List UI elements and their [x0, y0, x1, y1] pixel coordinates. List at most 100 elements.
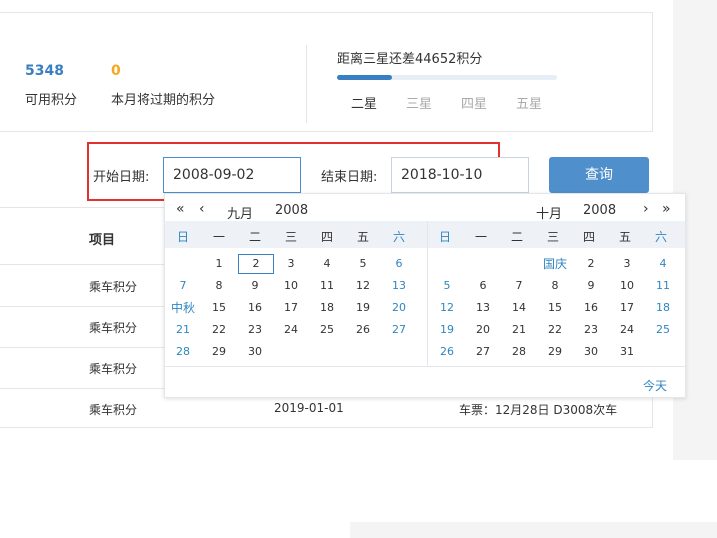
left-year-title: 2008 — [275, 203, 309, 218]
left-calendar-day[interactable]: 24 — [273, 319, 309, 341]
left-calendar-day[interactable]: 8 — [201, 275, 237, 297]
left-calendar-day[interactable]: 17 — [273, 297, 309, 319]
left-calendar-day[interactable]: 11 — [309, 275, 345, 297]
right-calendar-day[interactable]: 16 — [573, 297, 609, 319]
level-progress-bar — [337, 75, 557, 80]
calendar-separator — [427, 221, 428, 366]
left-calendar-day[interactable]: 5 — [345, 253, 381, 275]
row-item: 乘车积分 — [89, 321, 138, 335]
left-calendar-day[interactable]: 27 — [381, 319, 417, 341]
next-year-button[interactable]: » — [662, 201, 671, 217]
bottom-gray-area — [350, 522, 717, 538]
query-button[interactable]: 查询 — [549, 157, 649, 193]
left-weekday-header: 日一二三四五六 — [165, 221, 427, 248]
right-calendar-day[interactable]: 28 — [501, 341, 537, 363]
right-calendar-day[interactable]: 13 — [465, 297, 501, 319]
right-calendar-day[interactable]: 10 — [609, 275, 645, 297]
weekday-label: 一 — [212, 230, 225, 244]
weekday-label: 二 — [510, 230, 523, 244]
right-calendar-day[interactable]: 26 — [429, 341, 465, 363]
weekday-label: 日 — [176, 230, 189, 244]
star-level-3: 三星 — [406, 97, 433, 112]
left-calendar-day[interactable]: 28 — [165, 341, 201, 363]
left-month-title: 九月 — [227, 207, 254, 222]
left-calendar-day[interactable]: 16 — [237, 297, 273, 319]
left-calendar-day[interactable]: 1 — [201, 253, 237, 275]
right-calendar-day[interactable]: 24 — [609, 319, 645, 341]
left-calendar-day[interactable]: 15 — [201, 297, 237, 319]
prev-month-button[interactable]: ‹ — [199, 201, 205, 217]
left-calendar-day[interactable]: 2 — [238, 254, 274, 274]
end-date-label: 结束日期: — [321, 170, 378, 185]
right-calendar-day[interactable]: 30 — [573, 341, 609, 363]
date-picker-popup: « ‹ 九月 2008 十月 2008 › » 日一二三四五六 日一二三四五六 … — [164, 193, 686, 398]
left-calendar-day[interactable]: 30 — [237, 341, 273, 363]
right-calendar-day[interactable]: 23 — [573, 319, 609, 341]
star-level-5: 五星 — [516, 97, 543, 112]
right-calendar-day[interactable]: 6 — [465, 275, 501, 297]
right-calendar-day[interactable]: 4 — [645, 253, 681, 275]
left-calendar-day[interactable]: 6 — [381, 253, 417, 275]
right-calendar-day[interactable]: 8 — [537, 275, 573, 297]
right-calendar-day[interactable]: 25 — [645, 319, 681, 341]
next-month-button[interactable]: › — [643, 201, 649, 217]
end-date-input[interactable]: 2018-10-10 — [391, 157, 529, 193]
expiring-points-label: 本月将过期的积分 — [111, 93, 216, 108]
left-calendar-day[interactable]: 4 — [309, 253, 345, 275]
left-calendar-day[interactable]: 18 — [309, 297, 345, 319]
weekday-label: 日 — [438, 230, 451, 244]
left-calendar-day[interactable]: 23 — [237, 319, 273, 341]
left-calendar-day[interactable]: 21 — [165, 319, 201, 341]
left-calendar-day[interactable]: 29 — [201, 341, 237, 363]
right-calendar-day[interactable]: 22 — [537, 319, 573, 341]
points-summary-card: 5348 可用积分 0 本月将过期的积分 距离三星还差44652积分 二星 三星… — [0, 12, 653, 132]
right-calendar-day[interactable]: 17 — [609, 297, 645, 319]
left-calendar-day[interactable]: 10 — [273, 275, 309, 297]
right-calendar-day[interactable]: 19 — [429, 319, 465, 341]
right-calendar-day[interactable]: 20 — [465, 319, 501, 341]
left-calendar-day[interactable]: 26 — [345, 319, 381, 341]
right-calendar-day[interactable]: 12 — [429, 297, 465, 319]
left-calendar-day[interactable]: 25 — [309, 319, 345, 341]
weekday-label: 三 — [284, 230, 297, 244]
today-button[interactable]: 今天 — [643, 377, 667, 394]
weekday-label: 五 — [356, 230, 369, 244]
start-date-input[interactable]: 2008-09-02 — [163, 157, 301, 193]
level-progress-fill — [337, 75, 392, 80]
right-calendar-day[interactable]: 18 — [645, 297, 681, 319]
right-calendar-day[interactable]: 15 — [537, 297, 573, 319]
star-level-2: 二星 — [351, 97, 378, 112]
left-calendar-day[interactable]: 7 — [165, 275, 201, 297]
right-calendar-day[interactable]: 11 — [645, 275, 681, 297]
right-calendar-day[interactable]: 7 — [501, 275, 537, 297]
right-calendar-day[interactable]: 5 — [429, 275, 465, 297]
right-calendar-day[interactable]: 9 — [573, 275, 609, 297]
right-year-title: 2008 — [583, 203, 617, 218]
left-calendar-day[interactable]: 3 — [273, 253, 309, 275]
weekday-label: 六 — [654, 230, 667, 244]
right-month-title: 十月 — [536, 207, 563, 222]
right-calendar-day[interactable]: 21 — [501, 319, 537, 341]
left-calendar-day[interactable]: 13 — [381, 275, 417, 297]
column-header-item: 项目 — [89, 233, 116, 248]
left-calendar-day[interactable]: 20 — [381, 297, 417, 319]
right-calendar-day[interactable]: 31 — [609, 341, 645, 363]
prev-year-button[interactable]: « — [176, 201, 185, 217]
right-weekday-header: 日一二三四五六 — [427, 221, 685, 248]
right-calendar-day[interactable]: 27 — [465, 341, 501, 363]
left-calendar-day[interactable]: 中秋 — [165, 297, 201, 319]
weekday-label: 二 — [248, 230, 261, 244]
left-calendar-day[interactable]: 19 — [345, 297, 381, 319]
available-points-value: 5348 — [25, 63, 64, 79]
weekday-label: 五 — [618, 230, 631, 244]
right-calendar-day[interactable]: 3 — [609, 253, 645, 275]
right-calendar-day[interactable]: 2 — [573, 253, 609, 275]
start-date-label: 开始日期: — [93, 170, 150, 185]
right-calendar-day[interactable]: 14 — [501, 297, 537, 319]
available-points-label: 可用积分 — [25, 93, 78, 108]
right-calendar-day[interactable]: 29 — [537, 341, 573, 363]
left-calendar-day[interactable]: 12 — [345, 275, 381, 297]
left-calendar-day[interactable]: 9 — [237, 275, 273, 297]
right-calendar-day[interactable]: 国庆 — [537, 253, 573, 275]
left-calendar-day[interactable]: 22 — [201, 319, 237, 341]
